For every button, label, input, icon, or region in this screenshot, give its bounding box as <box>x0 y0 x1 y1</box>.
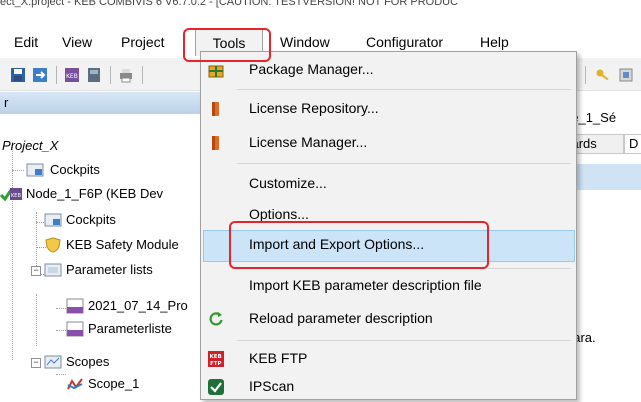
keb-ftp-icon: KEBFTP <box>208 351 224 367</box>
tree-item-parameter-list-2021[interactable]: 2021_07_14_Pro <box>0 296 200 316</box>
collapse-icon[interactable]: − <box>31 266 41 276</box>
menu-item-package-manager[interactable]: Package Manager... <box>203 55 573 85</box>
scope-icon <box>67 378 83 390</box>
panel-header-title: r <box>4 95 9 110</box>
menu-item-import-keb-param-file[interactable]: Import KEB parameter description file <box>203 271 573 301</box>
toolbar-separator <box>56 66 57 84</box>
tree-item-label: Cockpits <box>50 162 100 177</box>
license-icon <box>212 102 219 116</box>
tree-item-label: Parameter lists <box>66 262 153 277</box>
tree-item-parameterliste[interactable]: Parameterliste <box>0 319 200 339</box>
window-title-bar: ect_X.project - KEB COMBIVIS 6 V6.7.0.2 … <box>0 0 641 14</box>
tree-item-label: Cockpits <box>66 212 116 227</box>
menu-separator <box>237 163 571 164</box>
svg-text:KEB: KEB <box>66 73 78 80</box>
key-icon[interactable] <box>595 67 611 83</box>
toolbar-separator <box>585 66 586 84</box>
toolbar-separator <box>142 66 143 84</box>
menu-item-import-export-options[interactable]: Import and Export Options... <box>203 230 575 262</box>
tree-item-label: Node_1_F6P (KEB Dev <box>26 186 164 201</box>
menu-help[interactable]: Help <box>480 32 509 52</box>
device-icon[interactable] <box>86 67 102 83</box>
d-tab-label: D <box>629 136 639 151</box>
keb-list-icon <box>66 321 84 337</box>
shield-icon <box>45 237 61 253</box>
save-icon[interactable] <box>10 67 26 83</box>
tools-menu-dropdown: Package Manager... License Repository...… <box>200 51 577 400</box>
tree-item-parameter-lists[interactable]: − Parameter lists <box>0 260 200 280</box>
menu-item-label: Options... <box>249 206 309 222</box>
reload-icon <box>209 312 223 326</box>
tree-item-label: Scopes <box>66 354 110 369</box>
tree-item-label: 2021_07_14_Pro <box>88 298 188 313</box>
menu-view[interactable]: View <box>62 32 92 52</box>
tree-item-node-cockpits[interactable]: Cockpits <box>0 210 200 230</box>
parameter-folder-icon <box>44 263 62 277</box>
toolbar-separator <box>110 66 111 84</box>
menu-edit[interactable]: Edit <box>14 32 38 52</box>
tree-item-label: Project_X <box>2 138 59 153</box>
menu-item-customize[interactable]: Customize... <box>203 169 573 199</box>
module-icon[interactable] <box>618 67 634 83</box>
d-tab[interactable]: D <box>624 134 641 154</box>
ipscan-icon <box>208 379 224 395</box>
menu-project[interactable]: Project <box>121 32 165 52</box>
keb-icon[interactable]: KEB <box>64 67 80 83</box>
package-icon <box>208 65 224 78</box>
project-panel-header: r <box>0 92 200 115</box>
menu-item-label: Import and Export Options... <box>249 236 425 252</box>
tree-item-scopes[interactable]: − Scopes <box>0 352 200 372</box>
license-icon <box>212 136 219 150</box>
menu-item-label: Reload parameter description <box>249 310 433 326</box>
menu-window[interactable]: Window <box>280 32 330 52</box>
tree-item-scope-1[interactable]: Scope_1 <box>0 374 200 394</box>
svg-text:KEB: KEB <box>210 354 222 360</box>
menu-item-label: KEB FTP <box>249 350 308 366</box>
tree-item-label: Scope_1 <box>88 376 140 391</box>
tree-item-node[interactable]: KEB Node_1_F6P (KEB Dev <box>0 184 200 204</box>
project-tree: Project_X Cockpits KEB Node_1_F6P (KEB D… <box>0 114 200 398</box>
save-all-icon[interactable] <box>32 67 48 83</box>
menu-separator <box>237 89 571 90</box>
menu-configurator[interactable]: Configurator <box>366 32 443 52</box>
keb-list-icon <box>66 298 84 314</box>
menu-item-license-repository[interactable]: License Repository... <box>203 94 573 124</box>
menu-item-label: License Repository... <box>249 100 379 116</box>
svg-text:FTP: FTP <box>210 361 222 367</box>
svg-text:KEB: KEB <box>11 193 21 199</box>
tree-item-project[interactable]: Project_X <box>0 136 200 156</box>
cockpit-icon <box>44 213 62 227</box>
tree-item-label: KEB Safety Module <box>66 237 179 252</box>
menu-item-keb-ftp[interactable]: KEB FTP KEB FTP <box>203 344 573 374</box>
menu-item-label: License Manager... <box>249 134 368 150</box>
tree-item-cockpits[interactable]: Cockpits <box>0 160 200 180</box>
menu-item-label: Customize... <box>249 175 327 191</box>
menu-item-reload-param-description[interactable]: Reload parameter description <box>203 304 573 334</box>
menu-item-label: Package Manager... <box>249 61 374 77</box>
menu-item-label: Import KEB parameter description file <box>249 277 482 293</box>
tree-item-label: Parameterliste <box>88 321 172 336</box>
menu-separator <box>237 340 571 341</box>
print-icon[interactable] <box>118 67 134 83</box>
node-icon: KEB <box>0 188 22 202</box>
scope-folder-icon <box>44 355 62 369</box>
menu-item-label: IPScan <box>249 378 295 394</box>
collapse-icon[interactable]: − <box>31 358 41 368</box>
tree-item-safety-module[interactable]: KEB Safety Module <box>0 235 200 255</box>
window-title: ect_X.project - KEB COMBIVIS 6 V6.7.0.2 … <box>0 0 459 8</box>
menu-item-license-manager[interactable]: License Manager... <box>203 128 573 158</box>
cockpit-icon <box>26 163 44 177</box>
menu-item-options[interactable]: Options... <box>203 200 573 230</box>
menu-separator <box>237 268 571 269</box>
